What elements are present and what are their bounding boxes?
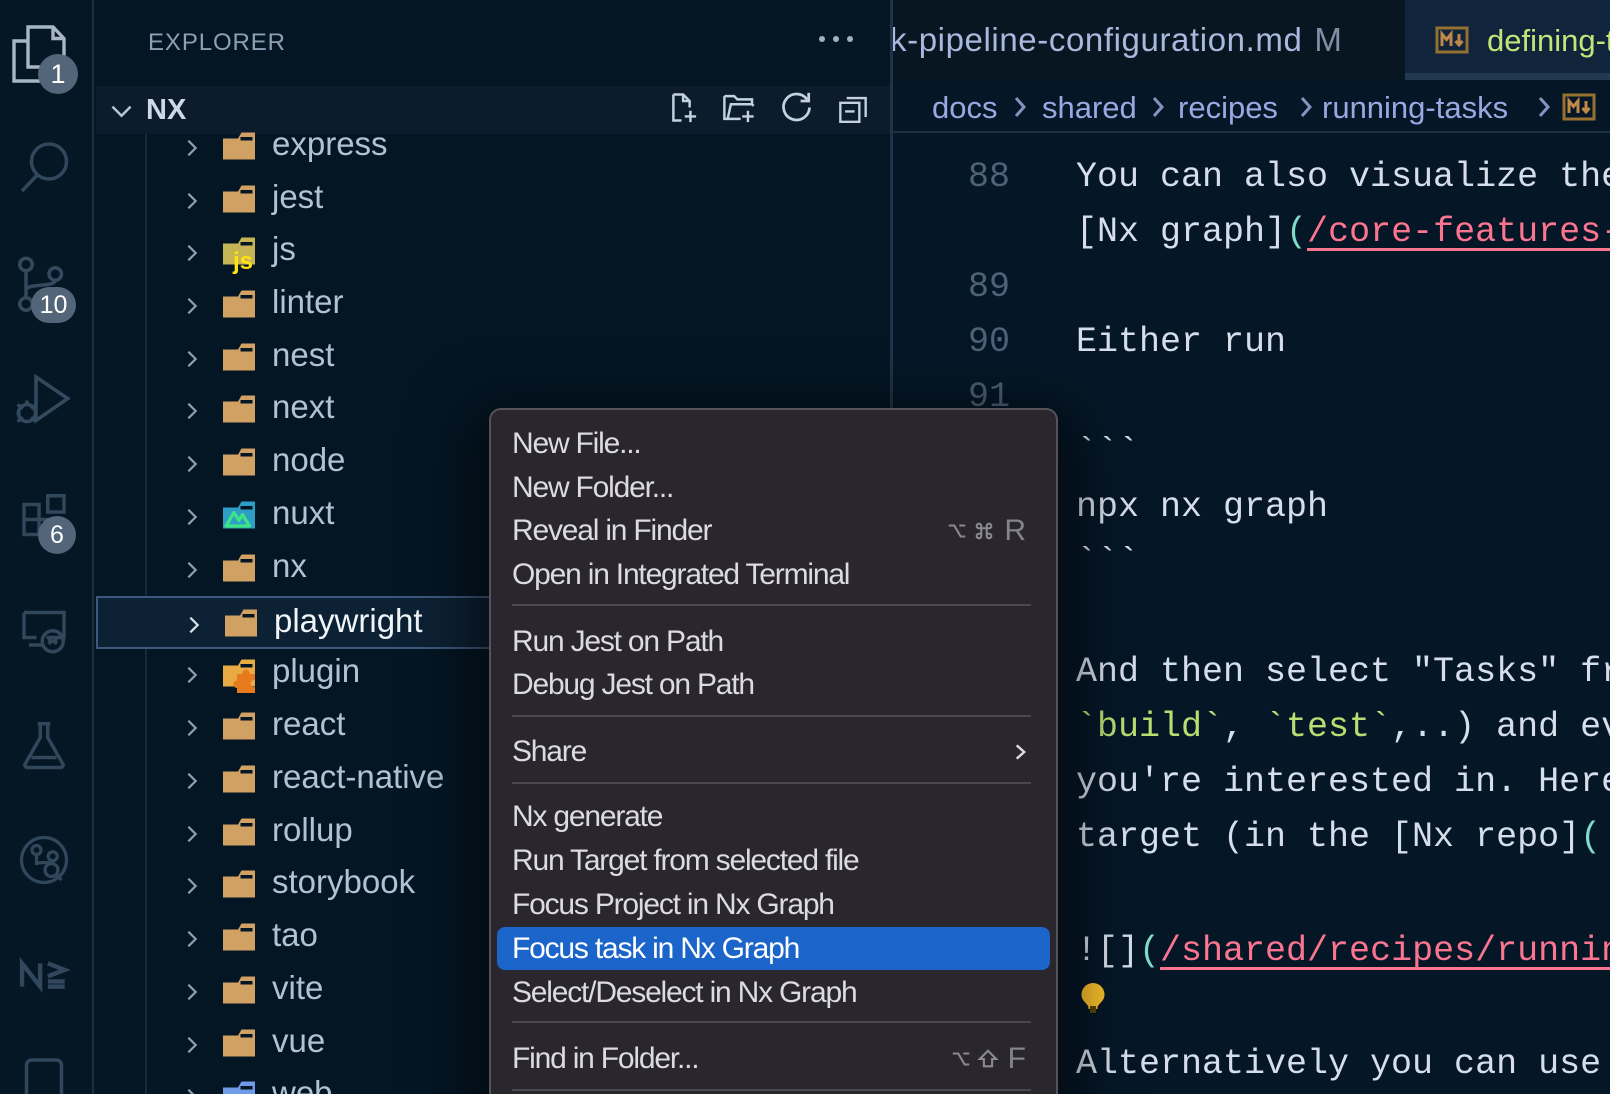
- svg-text:js: js: [232, 248, 253, 275]
